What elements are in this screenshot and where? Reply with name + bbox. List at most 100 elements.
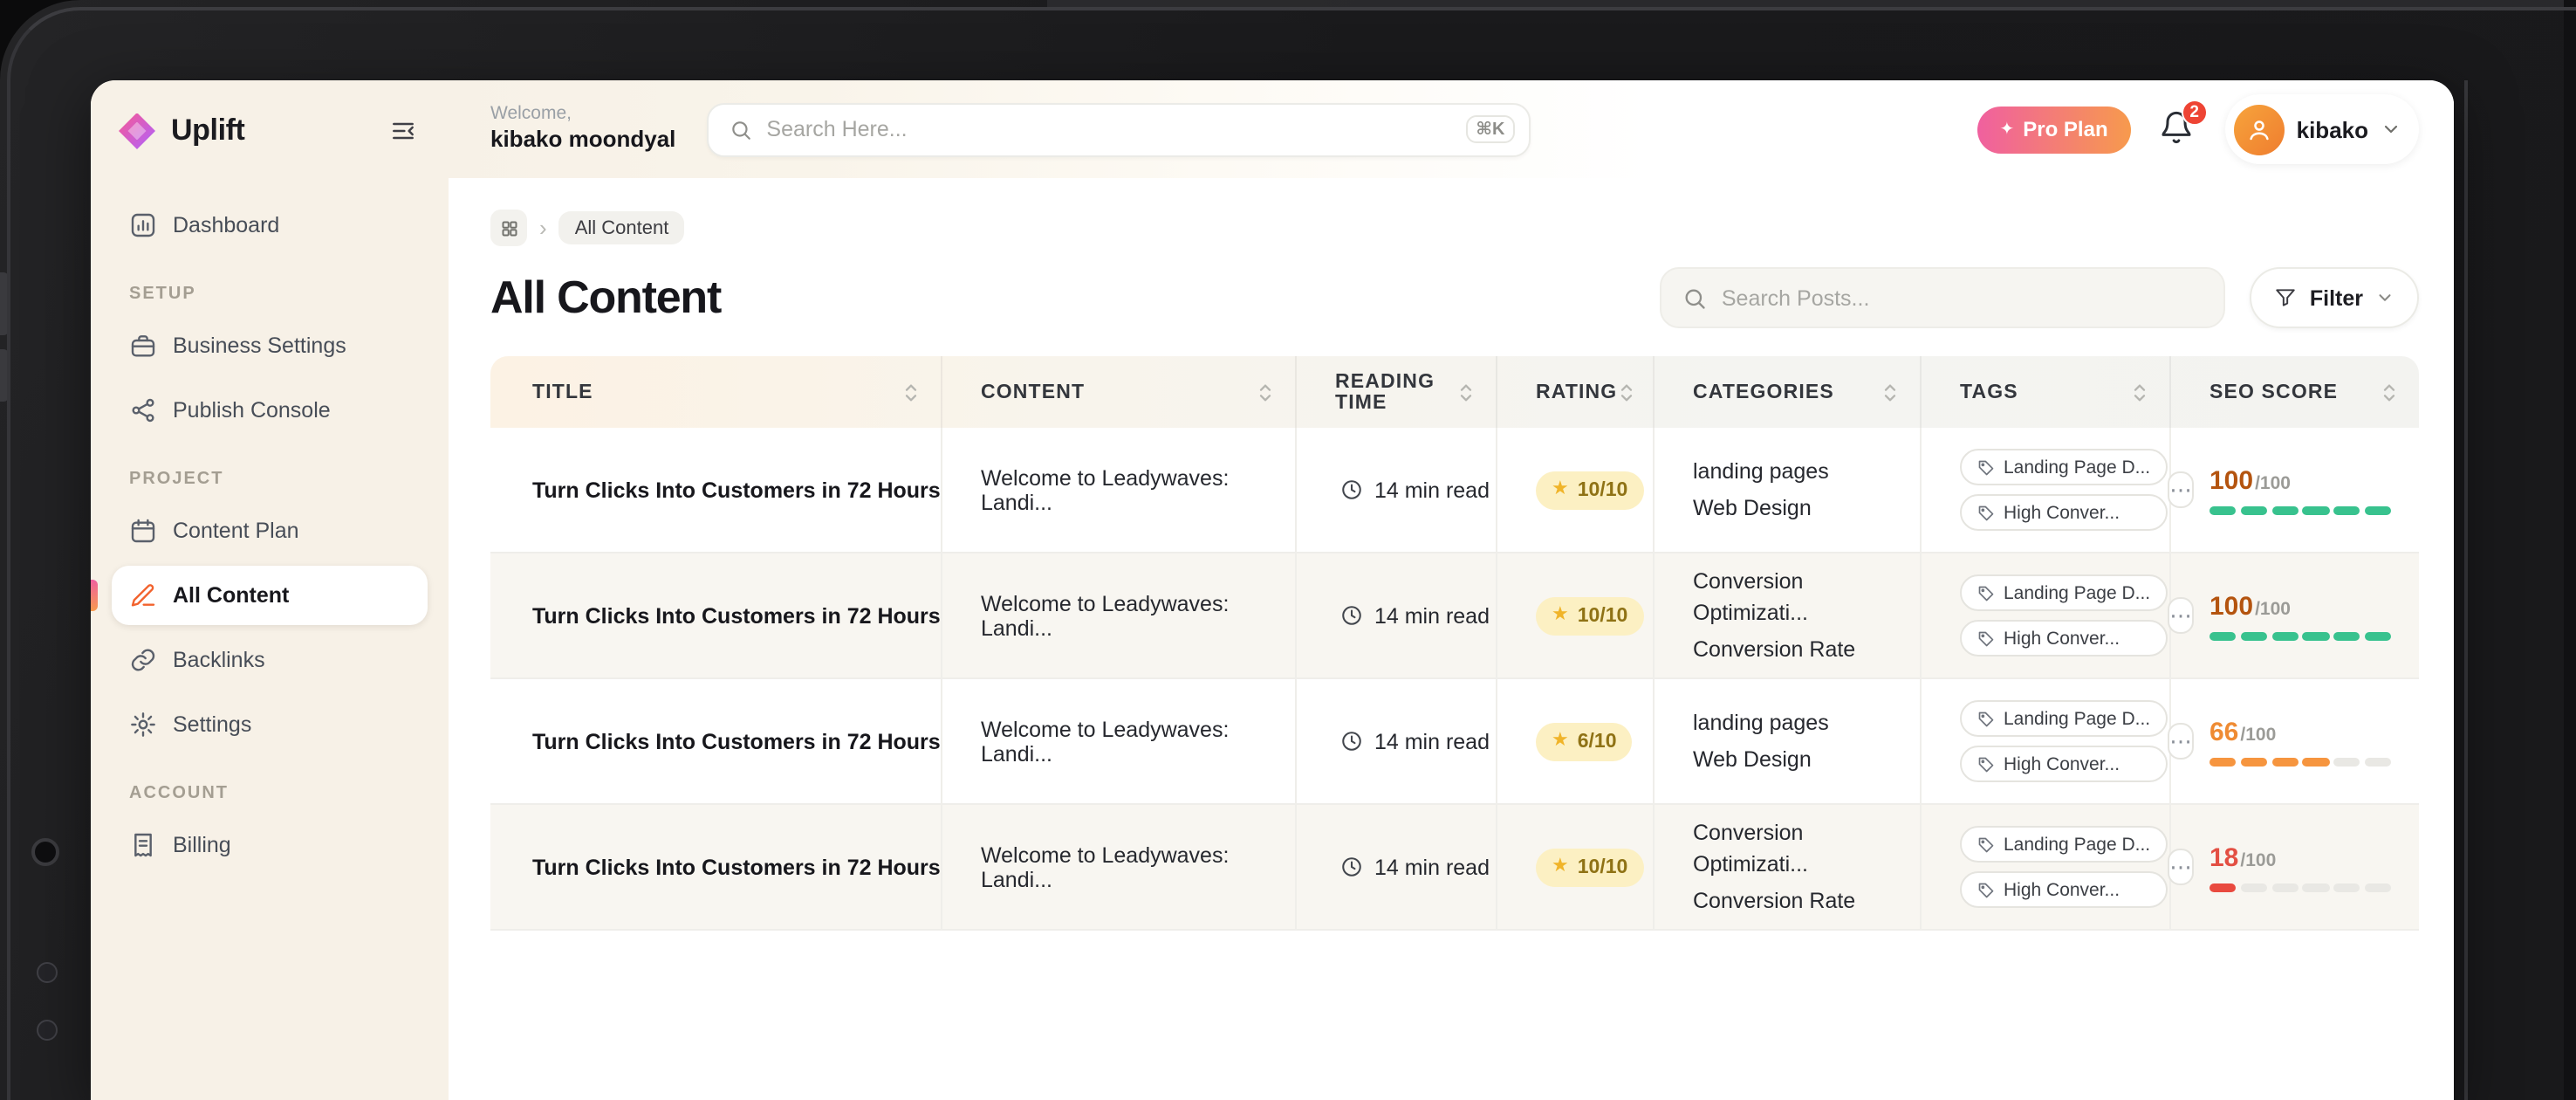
page-title-row: All Content Filter xyxy=(490,267,2419,328)
breadcrumb-home-button[interactable] xyxy=(490,210,527,246)
user-icon xyxy=(2246,116,2272,142)
sidebar-item-label: Dashboard xyxy=(173,213,280,237)
tag-chip[interactable]: High Conver... xyxy=(1960,871,2168,908)
tag-label: High Conver... xyxy=(2004,628,2120,649)
breadcrumb-chevron-icon: › xyxy=(539,215,547,241)
sidebar-item-dashboard[interactable]: Dashboard xyxy=(112,196,428,255)
tag-label: High Conver... xyxy=(2004,879,2120,900)
sidebar-item-publish-console[interactable]: Publish Console xyxy=(112,381,428,440)
table-row[interactable]: Turn Clicks Into Customers in 72 Hours W… xyxy=(490,805,2419,931)
tag-label: Landing Page D... xyxy=(2004,834,2151,855)
clock-icon xyxy=(1341,856,1364,878)
breadcrumb: › All Content xyxy=(490,210,2419,246)
column-header-title[interactable]: TITLE xyxy=(490,356,942,428)
category-value: landing pages xyxy=(1693,459,1829,485)
sort-icon xyxy=(2381,380,2398,404)
cell-seo-score: 100 /100 xyxy=(2171,553,2419,677)
cell-title: Turn Clicks Into Customers in 72 Hours xyxy=(490,553,942,677)
column-header-categories[interactable]: CATEGORIES xyxy=(1655,356,1922,428)
category-value: Web Design xyxy=(1693,495,1812,519)
cell-seo-score: 100 /100 xyxy=(2171,428,2419,552)
funnel-icon xyxy=(2275,286,2298,309)
tag-icon xyxy=(1977,710,1995,727)
uplift-logo[interactable]: Uplift xyxy=(119,113,245,149)
tag-chip[interactable]: Landing Page D... xyxy=(1960,826,2168,863)
category-value: Conversion Optimizati... xyxy=(1693,569,1808,626)
pro-plan-label: Pro Plan xyxy=(2023,117,2108,141)
device-button-circle xyxy=(37,1020,58,1041)
sidebar-item-business-settings[interactable]: Business Settings xyxy=(112,316,428,375)
cell-title: Turn Clicks Into Customers in 72 Hours xyxy=(490,679,942,803)
cell-reading-time: 14 min read xyxy=(1297,428,1497,552)
tag-icon xyxy=(1977,504,1995,521)
column-header-reading-time[interactable]: READING TIME xyxy=(1297,356,1497,428)
table-controls: Filter xyxy=(1660,267,2419,328)
sort-icon xyxy=(1457,380,1475,404)
table-row[interactable]: Turn Clicks Into Customers in 72 Hours W… xyxy=(490,553,2419,679)
sparkle-icon: ✦ xyxy=(1999,120,2015,139)
seo-score-value: 100 /100 xyxy=(2209,591,2391,621)
calendar-icon xyxy=(129,517,157,545)
table-row[interactable]: Turn Clicks Into Customers in 72 Hours W… xyxy=(490,679,2419,805)
cell-categories: landing pages Web Design xyxy=(1655,679,1922,803)
posts-search-input[interactable] xyxy=(1721,285,2203,310)
sidebar-section-project: PROJECT xyxy=(129,470,224,489)
seo-score-bar xyxy=(2209,505,2391,514)
posts-search[interactable] xyxy=(1660,267,2226,328)
device-side-button xyxy=(0,272,9,335)
global-search-input[interactable] xyxy=(766,117,1452,141)
cell-rating: ★ 6/10 xyxy=(1497,679,1655,803)
sidebar-item-all-content[interactable]: All Content xyxy=(112,566,428,625)
tag-chip[interactable]: Landing Page D... xyxy=(1960,700,2168,737)
tag-icon xyxy=(1977,755,1995,773)
cell-reading-time: 14 min read xyxy=(1297,679,1497,803)
category-value: Conversion Rate xyxy=(1693,636,1856,662)
cell-title: Turn Clicks Into Customers in 72 Hours xyxy=(490,428,942,552)
pro-plan-button[interactable]: ✦ Pro Plan xyxy=(1977,106,2131,153)
file-pen-icon xyxy=(129,581,157,609)
chevron-down-icon xyxy=(2375,288,2394,307)
cell-content-preview: Welcome to Leadywaves: Landi... xyxy=(942,679,1297,803)
cell-reading-time: 14 min read xyxy=(1297,553,1497,677)
breadcrumb-current[interactable]: All Content xyxy=(558,211,685,244)
tag-chip[interactable]: High Conver... xyxy=(1960,620,2168,657)
user-menu[interactable]: kibako xyxy=(2224,94,2419,164)
tag-chip-list: Landing Page D... High Conver... xyxy=(1960,700,2168,782)
rating-badge: ★ 10/10 xyxy=(1536,596,1644,635)
welcome-label: Welcome, xyxy=(490,103,572,125)
briefcase-icon xyxy=(129,332,157,360)
sidebar-item-settings[interactable]: Settings xyxy=(112,695,428,754)
cell-categories: Conversion Optimizati... Conversion Rate xyxy=(1655,553,1922,677)
rating-badge: ★ 6/10 xyxy=(1536,722,1633,760)
filter-button[interactable]: Filter xyxy=(2250,267,2419,328)
tag-icon xyxy=(1977,835,1995,853)
reading-time-value: 14 min read xyxy=(1374,603,1490,628)
column-header-seo-score[interactable]: SEO SCORE xyxy=(2171,356,2419,428)
column-header-tags[interactable]: TAGS xyxy=(1922,356,2171,428)
star-icon: ★ xyxy=(1552,478,1569,499)
notification-count-badge: 2 xyxy=(2181,100,2208,126)
tag-chip[interactable]: High Conver... xyxy=(1960,746,2168,782)
notifications-button[interactable]: 2 xyxy=(2159,100,2208,148)
cell-content-preview: Welcome to Leadywaves: Landi... xyxy=(942,428,1297,552)
sidebar-item-content-plan[interactable]: Content Plan xyxy=(112,501,428,560)
tag-chip[interactable]: High Conver... xyxy=(1960,494,2168,531)
tag-chip[interactable]: Landing Page D... xyxy=(1960,574,2168,611)
welcome-user-name: kibako moondyal xyxy=(490,126,676,153)
sidebar-collapse-button[interactable] xyxy=(386,113,421,148)
tag-chip[interactable]: Landing Page D... xyxy=(1960,449,2168,485)
app-window: Uplift Dashboard SETUP Business Settings xyxy=(91,80,2454,1100)
global-search[interactable]: ⌘K xyxy=(707,102,1531,156)
welcome-block: Welcome, kibako moondyal xyxy=(490,104,675,155)
sidebar-item-label: Business Settings xyxy=(173,333,346,358)
column-header-rating[interactable]: RATING xyxy=(1497,356,1655,428)
rating-badge: ★ 10/10 xyxy=(1536,471,1644,509)
sidebar-item-backlinks[interactable]: Backlinks xyxy=(112,630,428,690)
clock-icon xyxy=(1341,604,1364,627)
cell-reading-time: 14 min read xyxy=(1297,805,1497,929)
top-right-cluster: ✦ Pro Plan 2 kibako xyxy=(1977,94,2419,164)
table-row[interactable]: Turn Clicks Into Customers in 72 Hours W… xyxy=(490,428,2419,553)
sidebar-item-billing[interactable]: Billing xyxy=(112,815,428,875)
tag-chip-list: Landing Page D... High Conver... xyxy=(1960,826,2168,908)
column-header-content[interactable]: CONTENT xyxy=(942,356,1297,428)
